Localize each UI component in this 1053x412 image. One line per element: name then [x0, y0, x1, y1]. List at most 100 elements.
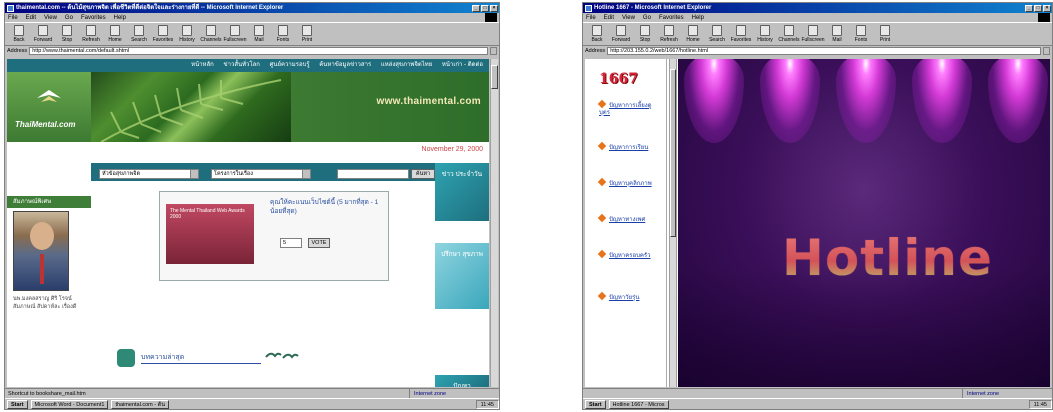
channels-button[interactable]: Channels	[778, 25, 800, 43]
refresh-button[interactable]: Refresh	[658, 25, 680, 43]
menu-view[interactable]: View	[622, 15, 635, 21]
problem-banner[interactable]: ปัญหา	[435, 375, 489, 387]
spotlight	[988, 59, 1048, 143]
nav-link[interactable]: ศูนย์ความรอบรู้	[270, 62, 310, 68]
ie-throbber-icon	[485, 13, 497, 22]
print-icon	[880, 25, 890, 36]
minimize-button[interactable]: _	[472, 4, 480, 12]
system-tray-clock: 11:45	[475, 399, 499, 409]
fonts-icon	[278, 25, 288, 36]
fonts-button[interactable]: Fonts	[850, 25, 872, 43]
refresh-button[interactable]: Refresh	[80, 25, 102, 43]
mail-button[interactable]: Mail	[248, 25, 270, 43]
fonts-button[interactable]: Fonts	[272, 25, 294, 43]
consult-banner[interactable]: ปรึกษา สุขภาพ	[435, 243, 489, 309]
address-input[interactable]: http://203.155.0.2/web/1667/hotline.html	[607, 47, 1041, 55]
spotlight	[760, 59, 820, 143]
nav-link[interactable]: หน้าหลัก	[191, 62, 214, 68]
ie-icon	[7, 4, 14, 12]
fullscreen-button[interactable]: Fullscreen	[223, 25, 247, 43]
search-button[interactable]: Search	[128, 25, 150, 43]
history-button[interactable]: History	[754, 25, 776, 43]
topic-select[interactable]: หัวข้อสุขภาพจิต	[99, 169, 199, 179]
nav-link[interactable]: หน้าเก่า - ติดต่อ	[442, 62, 483, 68]
address-dropdown[interactable]	[1043, 47, 1050, 55]
search-button[interactable]: Search	[706, 25, 728, 43]
news-banner[interactable]: ข่าว ประจำวัน	[435, 163, 489, 221]
menu-view[interactable]: View	[44, 15, 57, 21]
start-button[interactable]: Start	[585, 399, 606, 409]
menu-file[interactable]: File	[8, 15, 18, 21]
frame-scrollbar[interactable]	[669, 59, 677, 387]
menu-link[interactable]: ปัญหาทางเพศ	[597, 213, 659, 224]
site-url-banner: www.thaimental.com	[291, 72, 489, 142]
menu-edit[interactable]: Edit	[26, 15, 36, 21]
menu-edit[interactable]: Edit	[604, 15, 614, 21]
menu-help[interactable]: Help	[114, 15, 126, 21]
address-input[interactable]: http://www.thaimental.com/default.shtml	[29, 47, 488, 55]
www-text: www.thaimental.com	[376, 96, 481, 107]
forward-button[interactable]: Forward	[32, 25, 54, 43]
home-button[interactable]: Home	[682, 25, 704, 43]
maximize-button[interactable]: □	[481, 4, 489, 12]
menu-go[interactable]: Go	[643, 15, 651, 21]
taskbar-item-active[interactable]: Hotline 1667 - Micros	[608, 399, 669, 409]
channels-button[interactable]: Channels	[200, 25, 222, 43]
nav-link[interactable]: ค้นหาข้อมูลข่าวสาร	[319, 62, 371, 68]
forward-button[interactable]: Forward	[610, 25, 632, 43]
minimize-button[interactable]: _	[1025, 4, 1033, 12]
menu-link[interactable]: ปัญหาวัยรุ่น	[597, 291, 659, 302]
interview-caption[interactable]: นพ.มงคลสราญ ศิริ โรจน์ สัมภาษณ์ สัปดาห์ล…	[13, 295, 93, 311]
history-button[interactable]: History	[176, 25, 198, 43]
vote-select[interactable]: 5	[280, 238, 302, 248]
menu-help[interactable]: Help	[692, 15, 704, 21]
print-button[interactable]: Print	[296, 25, 318, 43]
site-logo[interactable]: ThaiMental.com	[7, 72, 91, 142]
menu-link[interactable]: ปัญหาการเลี้ยงดูบุตร	[597, 99, 659, 117]
vertical-scrollbar[interactable]	[490, 59, 498, 387]
scroll-thumb[interactable]	[491, 65, 498, 89]
address-dropdown[interactable]	[490, 47, 497, 55]
search-input[interactable]	[337, 169, 409, 179]
favorites-icon	[736, 25, 746, 36]
taskbar-item[interactable]: Microsoft Word - Document1	[30, 399, 109, 409]
menu-link[interactable]: ปัญหาการเรียน	[597, 141, 659, 152]
taskbar-item-active[interactable]: thaimental.com - ต้น	[111, 399, 169, 409]
project-select[interactable]: โครงการในเรื่อง	[211, 169, 311, 179]
site-nav: หน้าหลัก ข่าวสั้นทั่วโลก ศูนย์ความรอบรู้…	[7, 59, 489, 72]
menu-bar: File Edit View Go Favorites Help	[583, 13, 1052, 22]
favorites-button[interactable]: Favorites	[152, 25, 174, 43]
start-button[interactable]: Start	[7, 399, 28, 409]
nav-link[interactable]: แหล่งสุขภาพจิตไทย	[381, 62, 432, 68]
vote-button[interactable]: VOTE	[308, 238, 330, 248]
print-button[interactable]: Print	[874, 25, 896, 43]
bullet-diamond-icon	[597, 291, 607, 301]
menu-favorites[interactable]: Favorites	[659, 15, 684, 21]
back-button[interactable]: Back	[586, 25, 608, 43]
spotlight	[684, 59, 744, 143]
close-button[interactable]: ×	[490, 4, 498, 12]
back-button[interactable]: Back	[8, 25, 30, 43]
interview-photo[interactable]	[13, 211, 69, 291]
stop-button[interactable]: Stop	[56, 25, 78, 43]
stop-button[interactable]: Stop	[634, 25, 656, 43]
mail-button[interactable]: Mail	[826, 25, 848, 43]
menu-file[interactable]: File	[586, 15, 596, 21]
maximize-button[interactable]: □	[1034, 4, 1042, 12]
home-button[interactable]: Home	[104, 25, 126, 43]
close-button[interactable]: ×	[1043, 4, 1051, 12]
search-submit-button[interactable]: ค้นหา	[411, 169, 435, 179]
favorites-button[interactable]: Favorites	[730, 25, 752, 43]
menu-go[interactable]: Go	[65, 15, 73, 21]
fullscreen-button[interactable]: Fullscreen	[801, 25, 825, 43]
spotlight	[912, 59, 972, 143]
menu-favorites[interactable]: Favorites	[81, 15, 106, 21]
menu-link[interactable]: ปัญหาบุคลิกภาพ	[597, 177, 659, 188]
bullet-diamond-icon	[597, 99, 607, 109]
scroll-thumb[interactable]	[670, 69, 676, 237]
title-bar[interactable]: thaimental.com -- ต้นไม้สุขภาพจิต เพื่อช…	[5, 3, 499, 13]
title-bar[interactable]: Hotline 1667 - Microsoft Internet Explor…	[583, 3, 1052, 13]
nav-link[interactable]: ข่าวสั้นทั่วโลก	[223, 62, 259, 68]
menu-link[interactable]: ปัญหาครอบครัว	[597, 249, 659, 260]
award-image[interactable]: The Mental Thailand Web Awards 2000	[166, 204, 254, 264]
